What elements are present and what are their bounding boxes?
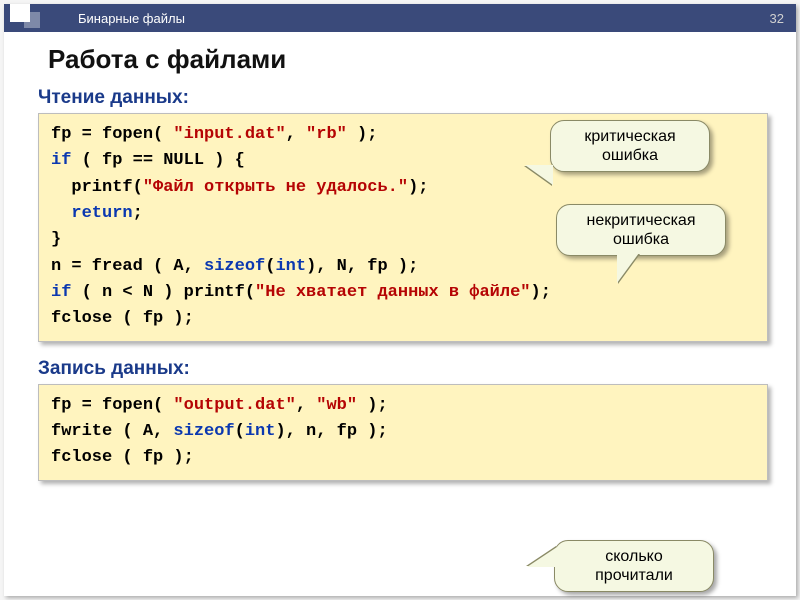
callout-label: критическая ошибка: [584, 128, 675, 164]
breadcrumb: Бинарные файлы: [78, 11, 185, 26]
header-squares-icon: [4, 4, 64, 32]
code-block-write: fp = fopen( "output.dat", "wb" ); fwrite…: [38, 384, 768, 481]
callout-how-many-read: сколько прочитали: [554, 540, 714, 592]
slide: Бинарные файлы 32 Работа с файлами Чтени…: [4, 4, 796, 596]
callout-tail-icon: [617, 253, 639, 283]
callout-label: сколько прочитали: [595, 548, 673, 584]
topbar: Бинарные файлы 32: [4, 4, 796, 32]
callout-tail-icon: [527, 547, 557, 567]
page-number: 32: [770, 11, 784, 26]
callout-label: некритическая ошибка: [587, 212, 696, 248]
section-heading-write: Запись данных:: [4, 352, 796, 384]
callout-critical-error: критическая ошибка: [550, 120, 710, 172]
callout-tail-icon: [525, 165, 553, 185]
section-heading-read: Чтение данных:: [4, 81, 796, 113]
page-title: Работа с файлами: [4, 32, 796, 81]
callout-noncritical-error: некритическая ошибка: [556, 204, 726, 256]
